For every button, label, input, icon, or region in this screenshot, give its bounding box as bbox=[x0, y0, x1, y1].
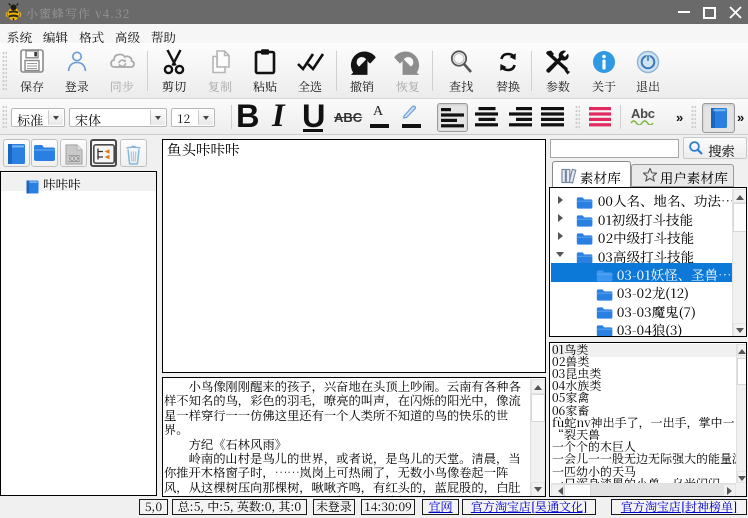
svg-text:DOC: DOC bbox=[67, 157, 79, 163]
